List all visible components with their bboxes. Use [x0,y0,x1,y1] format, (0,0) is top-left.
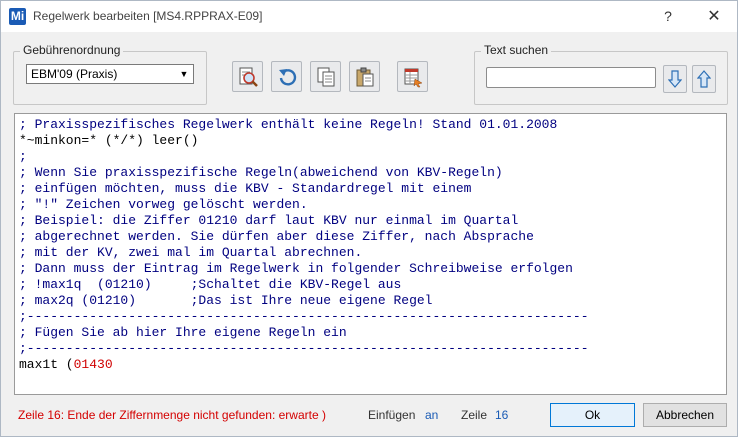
ok-button[interactable]: Ok [550,403,635,427]
title-bar: Mi Regelwerk bearbeiten [MS4.RPPRAX-E09]… [1,1,737,32]
insert-mode-label: Einfügen [368,408,416,422]
editor-line: ; Fügen Sie ab hier Ihre eigene Regeln e… [19,325,347,340]
editor-line: ; Beispiel: die Ziffer 01210 darf laut K… [19,213,519,228]
window-title: Regelwerk bearbeiten [MS4.RPPRAX-E09] [33,9,263,23]
undo-button[interactable] [271,61,302,92]
arrow-down-icon [668,70,682,88]
line-label: Zeile [461,408,488,422]
editor-line: ;---------------------------------------… [19,341,589,356]
dialog-window: Mi Regelwerk bearbeiten [MS4.RPPRAX-E09]… [0,0,738,437]
paste-button[interactable] [349,61,380,92]
arrow-up-icon [697,70,711,88]
editor-line-code: max1t ( [19,357,74,372]
editor-line: ;---------------------------------------… [19,309,589,324]
editor-current-line: max1t (01430 [19,357,726,373]
paste-icon [356,67,373,86]
rules-editor[interactable]: ; Praxisspezifisches Regelwerk enthält k… [14,113,727,395]
editor-line: ; !max1q (01210) ;Schaltet die KBV-Regel… [19,277,402,292]
search-previous-button[interactable] [692,65,716,93]
spreadsheet-export-button[interactable] [397,61,428,92]
line-value: 16 [495,408,509,422]
editor-line: ; Dann muss der Eintrag im Regelwerk in … [19,261,573,276]
search-document-icon [239,67,258,87]
close-button[interactable]: ✕ [691,1,737,32]
cancel-button[interactable]: Abbrechen [643,403,727,427]
search-document-button[interactable] [232,61,263,92]
search-input[interactable] [486,67,656,88]
gebuehrenordnung-label: Gebührenordnung [20,43,124,57]
editor-line: ; Praxisspezifisches Regelwerk enthält k… [19,117,558,132]
gebuehrenordnung-select[interactable]: EBM'09 (Praxis) ▼ [26,64,194,84]
gebuehrenordnung-value: EBM'09 (Praxis) [31,67,118,81]
search-next-button[interactable] [663,65,687,93]
gebuehrenordnung-group: Gebührenordnung EBM'09 (Praxis) ▼ [13,43,207,105]
editor-line: ; mit der KV, zwei mal im Quartal abrech… [19,245,363,260]
editor-line: ; [19,149,27,164]
chevron-down-icon: ▼ [179,69,189,79]
editor-line: ; "!" Zeichen vorweg gelöscht werden. [19,197,308,212]
editor-line: ; max2q (01210) ;Das ist Ihre neue eigen… [19,293,433,308]
text-search-group: Text suchen [474,43,728,105]
app-logo-icon: Mi [9,8,26,25]
editor-line-error-token: 01430 [73,357,113,372]
copy-button[interactable] [310,61,341,92]
insert-mode-value: an [425,408,439,422]
editor-line: ; Wenn Sie praxisspezifische Regeln(abwe… [19,165,503,180]
text-search-label: Text suchen [481,43,552,57]
spreadsheet-export-icon [404,68,423,87]
editor-line: *~minkon=* (*/*) leer() [19,133,199,148]
editor-line: ; abgerechnet werden. Sie dürfen aber di… [19,229,534,244]
help-button[interactable]: ? [645,1,691,32]
undo-icon [278,68,296,86]
copy-icon [317,67,334,86]
error-message: Zeile 16: Ende der Ziffernmenge nicht ge… [18,408,326,422]
editor-line: ; einfügen möchten, muss die KBV - Stand… [19,181,472,196]
